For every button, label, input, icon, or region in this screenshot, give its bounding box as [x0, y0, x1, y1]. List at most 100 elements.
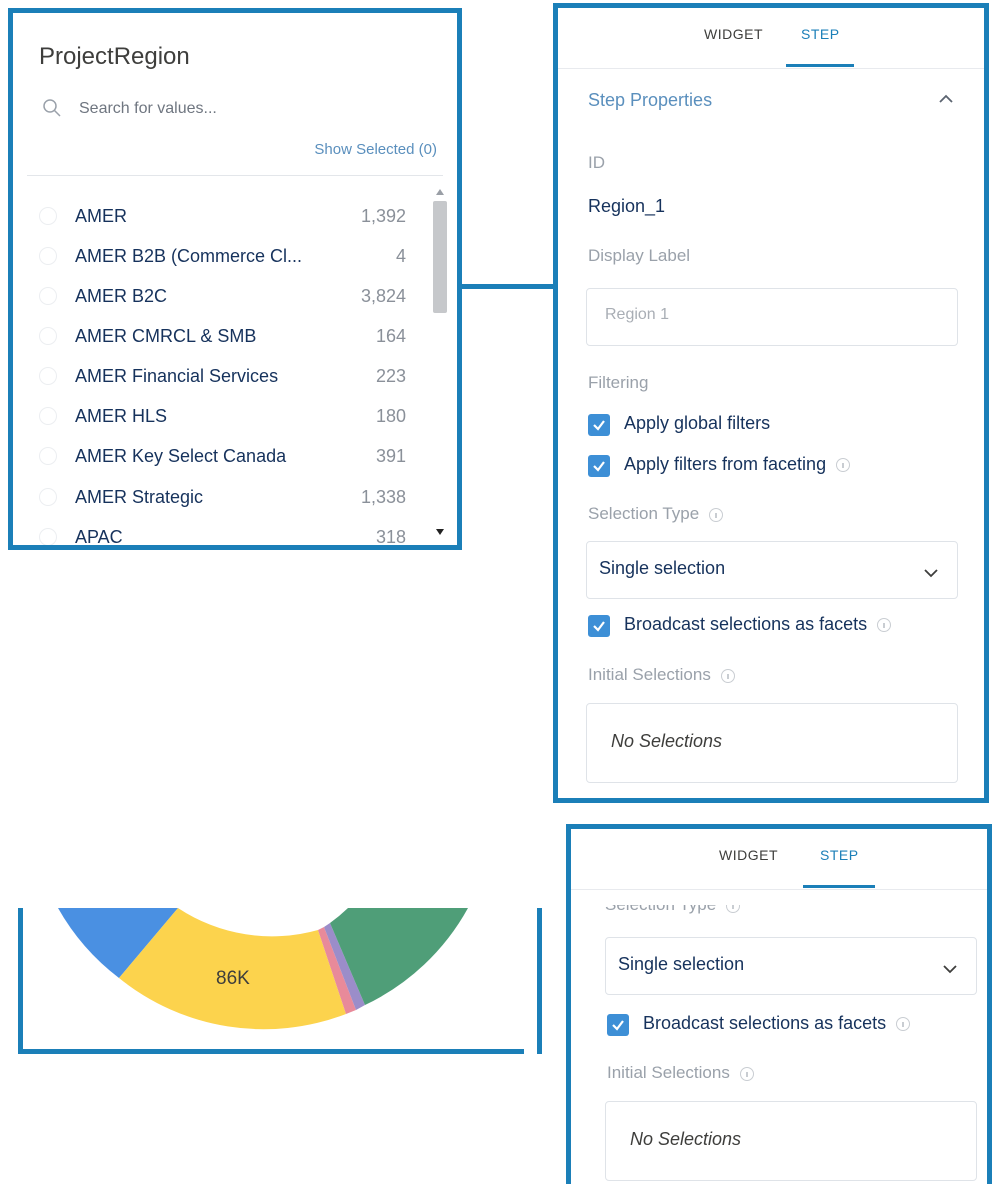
show-selected-link[interactable]: Show Selected (0): [314, 141, 437, 158]
search-placeholder: Search for values...: [79, 100, 217, 117]
radio-button[interactable]: [39, 367, 57, 385]
checkmark-icon: [593, 420, 605, 431]
list-item[interactable]: AMER 1,392: [33, 197, 428, 237]
info-icon[interactable]: [836, 458, 851, 473]
list-item-count: 180: [375, 406, 406, 426]
radio-button[interactable]: [39, 247, 57, 265]
list-item[interactable]: AMER Financial Services 223: [33, 357, 428, 397]
checkmark-icon: [593, 461, 605, 472]
selection-type-row: Selection Type: [588, 504, 724, 524]
display-label-label: Display Label: [588, 246, 691, 265]
tab-step[interactable]: STEP: [801, 26, 840, 42]
list-item[interactable]: APAC 318: [33, 518, 428, 547]
tab-widget[interactable]: WIDGET: [704, 26, 763, 42]
chevron-down-icon: [943, 965, 957, 974]
list-item-name: AMER CMRCL & SMB: [75, 326, 257, 346]
filtering-label: Filtering: [588, 373, 649, 392]
connector-line: [462, 284, 556, 289]
selection-type-row-cut: Selection Type: [605, 895, 741, 915]
broadcast-selections-text: Broadcast selections as facets: [624, 614, 892, 635]
list-item-name: AMER B2B (Commerce Cl...: [75, 246, 303, 266]
radio-button[interactable]: [39, 407, 57, 425]
no-selections-text: No Selections: [630, 1129, 742, 1149]
list-item-count: 318: [375, 527, 406, 547]
selection-type-value: Single selection: [618, 954, 745, 974]
radio-button[interactable]: [39, 327, 57, 345]
list-item[interactable]: AMER CMRCL & SMB 164: [33, 317, 428, 357]
search-icon: [43, 99, 61, 117]
info-icon[interactable]: [720, 668, 735, 683]
list-item-name: AMER: [75, 206, 128, 226]
panel-tabs: WIDGET STEP: [558, 8, 984, 69]
selection-type-select[interactable]: Single selection: [586, 541, 958, 599]
list-item-count: 223: [375, 366, 406, 386]
info-icon[interactable]: [726, 905, 741, 913]
radio-button[interactable]: [39, 447, 57, 465]
selection-type-label: Selection Type: [605, 895, 717, 914]
radio-button[interactable]: [39, 528, 57, 545]
scrollbar-thumb[interactable]: [433, 201, 447, 313]
broadcast-selections-label: Broadcast selections as facets: [624, 614, 868, 634]
tab-widget[interactable]: WIDGET: [719, 847, 778, 863]
scrollbar[interactable]: [433, 189, 447, 539]
tab-step[interactable]: STEP: [820, 847, 859, 863]
frame-border-bottom: [18, 1049, 524, 1054]
radio-button[interactable]: [39, 287, 57, 305]
initial-selections-box[interactable]: No Selections: [586, 703, 958, 783]
checkbox-checked[interactable]: [588, 414, 610, 436]
section-title[interactable]: Step Properties: [588, 90, 712, 111]
selection-type-select[interactable]: Single selection: [605, 937, 977, 995]
broadcast-selections-label: Broadcast selections as facets: [643, 1013, 887, 1033]
id-value: Region_1: [588, 196, 666, 216]
frame-border-left: [18, 908, 23, 1054]
step-properties-panel: WIDGET STEP Step Properties ID Region_1 …: [553, 3, 989, 803]
info-icon[interactable]: [739, 1066, 754, 1081]
selection-type-value: Single selection: [599, 558, 726, 578]
broadcast-selections-text: Broadcast selections as facets: [643, 1013, 911, 1034]
list-item-count: 1,392: [360, 206, 406, 226]
donut-center-label: 86K: [216, 968, 250, 989]
list-item[interactable]: AMER B2C 3,824: [33, 277, 428, 317]
list-item-count: 3,824: [360, 286, 406, 306]
list-item-count: 164: [375, 326, 406, 346]
list-item[interactable]: AMER HLS 180: [33, 397, 428, 437]
initial-selections-row: Initial Selections: [607, 1063, 754, 1083]
list-item[interactable]: AMER Strategic 1,338: [33, 478, 428, 518]
list-item-count: 1,338: [360, 487, 406, 507]
list-item[interactable]: AMER Key Select Canada 391: [33, 437, 428, 477]
selection-type-label: Selection Type: [588, 504, 700, 523]
radio-button[interactable]: [39, 207, 57, 225]
list-item[interactable]: AMER B2B (Commerce Cl... 4: [33, 237, 428, 277]
checkbox-checked[interactable]: [607, 1014, 629, 1036]
radio-button[interactable]: [39, 488, 57, 506]
display-label-input[interactable]: Region 1: [586, 288, 958, 346]
initial-selections-box[interactable]: No Selections: [605, 1101, 977, 1181]
frame-border-right: [537, 908, 542, 1054]
checkbox-checked[interactable]: [588, 455, 610, 477]
project-region-list-widget: ProjectRegion Search for values... Show …: [8, 8, 462, 550]
info-icon[interactable]: [709, 507, 724, 522]
scroll-up-arrow-icon[interactable]: [436, 189, 444, 195]
chevron-up-icon[interactable]: [938, 93, 954, 105]
divider: [27, 175, 443, 176]
list-item-count: 391: [375, 446, 406, 466]
scroll-down-arrow-icon[interactable]: [436, 529, 444, 535]
initial-selections-row: Initial Selections: [588, 665, 735, 685]
step-properties-panel-scrolled: WIDGET STEP Selection Type Single select…: [566, 824, 992, 1184]
search-input[interactable]: Search for values...: [33, 89, 443, 133]
panel-tabs: WIDGET STEP: [571, 829, 987, 890]
checkmark-icon: [612, 1020, 624, 1031]
chevron-down-icon: [924, 569, 938, 578]
active-tab-indicator: [786, 64, 854, 67]
donut-chart-widget: 86K: [18, 908, 542, 1054]
apply-global-filters-label: Apply global filters: [624, 413, 771, 433]
list-item-name: AMER B2C: [75, 286, 168, 306]
list-item-name: APAC: [75, 527, 123, 547]
info-icon[interactable]: [877, 618, 892, 633]
list-item-name: AMER Strategic: [75, 487, 204, 507]
initial-selections-label: Initial Selections: [607, 1063, 730, 1082]
donut-chart: 86K: [58, 908, 468, 1030]
info-icon[interactable]: [896, 1017, 911, 1032]
checkbox-checked[interactable]: [588, 615, 610, 637]
id-label: ID: [588, 153, 605, 172]
